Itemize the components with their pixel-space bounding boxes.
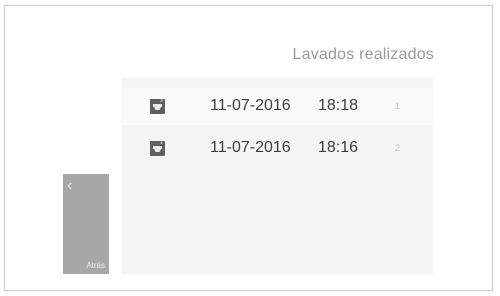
list-item[interactable]: 3 11-07-2016 18:18 1	[122, 88, 433, 125]
back-button[interactable]: ‹ Atrás	[63, 174, 109, 274]
wash-icon-badge: 1	[160, 140, 163, 146]
wash-date: 11-07-2016	[210, 139, 291, 156]
list-item[interactable]: 1 11-07-2016 18:16 2	[122, 130, 433, 167]
wash-icon: 3	[150, 98, 165, 114]
wash-icon: 1	[150, 140, 165, 156]
wash-list: 3 11-07-2016 18:18 1 1 11-07-2016 18:16 …	[122, 78, 433, 274]
wash-time: 18:18	[318, 97, 359, 114]
wash-icon-badge: 3	[160, 98, 163, 104]
wash-index: 2	[395, 143, 401, 153]
page-title: Lavados realizados	[292, 46, 434, 63]
chevron-left-icon: ‹	[67, 177, 73, 194]
wash-time: 18:16	[318, 139, 359, 156]
back-button-label: Atrás	[86, 261, 105, 270]
wash-date: 11-07-2016	[210, 97, 291, 114]
wash-index: 1	[395, 101, 401, 111]
